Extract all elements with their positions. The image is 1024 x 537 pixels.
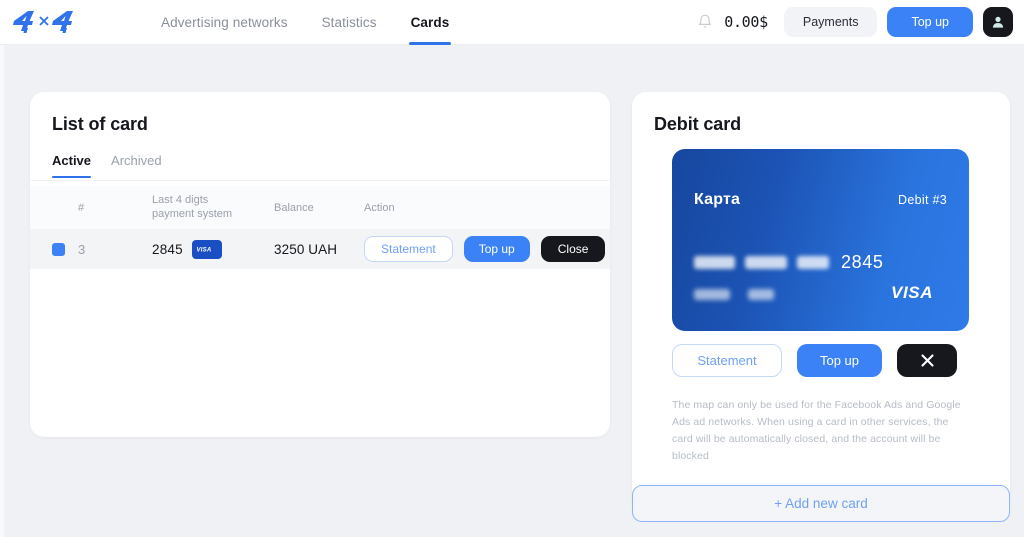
debit-card-title: Debit card xyxy=(654,114,742,134)
debit-card-visual: Карта Debit #3 2845 VISA xyxy=(672,149,969,331)
header-cell-last4: Last 4 digts payment system xyxy=(152,193,233,220)
tabs-divider xyxy=(30,180,610,181)
account-balance: 0.00$ xyxy=(724,13,768,31)
tab-active[interactable]: Active xyxy=(52,153,92,178)
debit-card-panel: Debit card Карта Debit #3 2845 VISA Stat… xyxy=(632,92,1010,517)
nav-item-statistics[interactable]: Statistics xyxy=(305,0,394,45)
visa-icon: VISA xyxy=(191,239,222,259)
card-cvv-mask xyxy=(748,289,774,300)
nav-label: Statistics xyxy=(321,14,377,30)
tab-label: Active xyxy=(52,153,92,168)
topup-button[interactable]: Top up xyxy=(887,7,973,37)
app-root: Advertising networks Statistics Cards 0.… xyxy=(0,0,1024,537)
top-header: Advertising networks Statistics Cards 0.… xyxy=(0,0,1024,45)
add-new-card-button[interactable]: + Add new card xyxy=(632,485,1010,522)
card-list-tabs: Active Archived xyxy=(52,153,610,178)
row-actions: Statement Top up Close xyxy=(364,236,610,262)
card-brand-label: Карта xyxy=(694,191,741,208)
row-last4-cell: 2845 VISA xyxy=(152,239,274,259)
card-id-label: Debit #3 xyxy=(898,193,947,207)
svg-text:VISA: VISA xyxy=(891,283,933,302)
row-topup-button[interactable]: Top up xyxy=(463,236,530,262)
row-close-button[interactable]: Close xyxy=(540,236,606,262)
header-cell-action: Action xyxy=(364,201,395,214)
tab-label: Archived xyxy=(111,153,162,168)
debit-card-actions: Statement Top up xyxy=(672,344,957,377)
card-list-panel: List of card Active Archived # Last 4 di… xyxy=(30,92,610,437)
card-disclaimer: The map can only be used for the Faceboo… xyxy=(672,399,961,462)
visa-icon: VISA xyxy=(891,282,949,307)
header-actions: 0.00$ Payments Top up xyxy=(692,7,1024,37)
card-number-mask-group xyxy=(745,256,787,269)
nav-label: Advertising networks xyxy=(161,14,288,30)
bell-icon[interactable] xyxy=(692,9,718,35)
row-digits: 2845 xyxy=(152,241,183,257)
nav-item-advertising-networks[interactable]: Advertising networks xyxy=(144,0,305,45)
main-nav: Advertising networks Statistics Cards xyxy=(144,0,466,45)
avatar[interactable] xyxy=(983,7,1013,37)
user-icon xyxy=(992,16,1004,28)
nav-item-cards[interactable]: Cards xyxy=(394,0,467,45)
row-number: 3 xyxy=(78,241,86,257)
table-row[interactable]: 3 2845 VISA 3250 UAH Statement Top up Cl… xyxy=(30,229,610,269)
left-edge-gutter xyxy=(0,45,4,537)
nav-label: Cards xyxy=(410,14,450,30)
brand-logo[interactable] xyxy=(12,7,86,37)
row-balance: 3250 UAH xyxy=(274,241,338,257)
page-content: List of card Active Archived # Last 4 di… xyxy=(0,45,1024,537)
statement-button[interactable]: Statement xyxy=(672,344,782,377)
card-meta-masked xyxy=(694,289,774,300)
row-statement-button[interactable]: Statement xyxy=(364,236,453,262)
topup-card-button[interactable]: Top up xyxy=(797,344,882,377)
page-title: List of card xyxy=(52,114,148,134)
row-checkbox[interactable] xyxy=(52,242,65,256)
row-select-cell xyxy=(52,242,78,256)
tab-archived[interactable]: Archived xyxy=(111,153,162,178)
card-number-mask-group xyxy=(694,256,735,269)
svg-text:VISA: VISA xyxy=(196,247,211,253)
card-number: 2845 xyxy=(694,252,883,273)
card-last4: 2845 xyxy=(841,252,884,272)
card-expiry-mask xyxy=(694,289,730,300)
card-number-mask-group xyxy=(797,256,829,269)
cards-table: # Last 4 digts payment system Balance Ac… xyxy=(30,186,610,269)
close-icon xyxy=(920,354,934,367)
table-header-row: # Last 4 digts payment system Balance Ac… xyxy=(30,186,610,229)
header-cell-number: # xyxy=(78,201,85,214)
close-card-button[interactable] xyxy=(897,344,957,377)
payments-button[interactable]: Payments xyxy=(783,7,878,37)
header-cell-balance: Balance xyxy=(274,201,314,214)
